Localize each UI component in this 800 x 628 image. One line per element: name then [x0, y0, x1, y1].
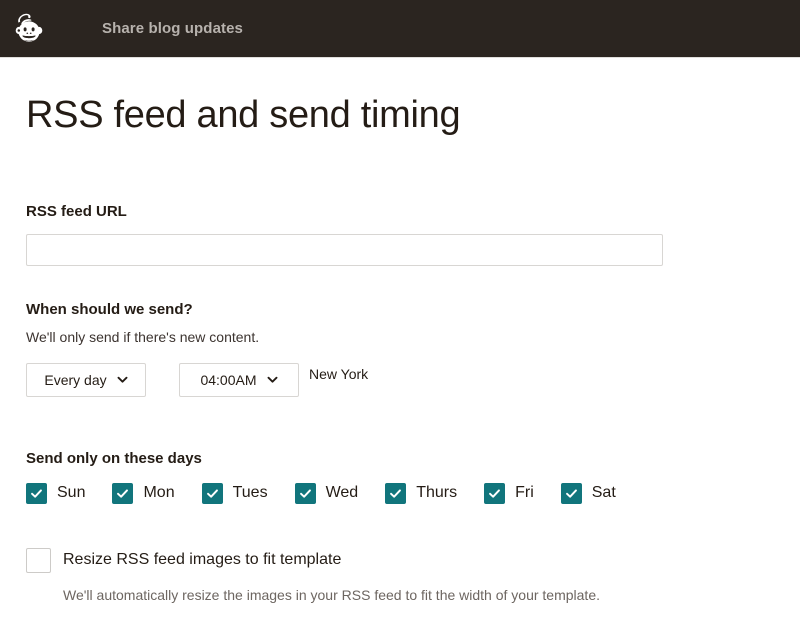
rss-feed-url-label: RSS feed URL — [26, 203, 774, 220]
send-time-value: 04:00AM — [200, 372, 256, 388]
checkmark-icon — [30, 487, 43, 500]
checkmark-icon — [565, 487, 578, 500]
day-checkbox-mon[interactable]: Mon — [112, 483, 174, 504]
checkmark-icon — [299, 487, 312, 500]
resize-images-helper-text: We'll automatically resize the images in… — [26, 573, 774, 603]
checkbox-thurs[interactable] — [385, 483, 406, 504]
day-checkbox-wed[interactable]: Wed — [295, 483, 359, 504]
checkmark-icon — [389, 487, 402, 500]
send-timing-controls: Every day 04:00AM New York — [26, 363, 774, 397]
day-checkbox-thurs[interactable]: Thurs — [385, 483, 457, 504]
day-checkbox-fri[interactable]: Fri — [484, 483, 534, 504]
page-title: RSS feed and send timing — [26, 58, 774, 138]
checkmark-icon — [488, 487, 501, 500]
resize-images-row[interactable]: Resize RSS feed images to fit template — [26, 548, 774, 573]
checkbox-wed[interactable] — [295, 483, 316, 504]
checkbox-fri[interactable] — [484, 483, 505, 504]
header-title: Share blog updates — [102, 20, 243, 37]
checkbox-sat[interactable] — [561, 483, 582, 504]
resize-images-group: Resize RSS feed images to fit template W… — [26, 548, 774, 603]
send-days-checkbox-row: Sun Mon Tues Wed Thurs Fri Sat — [26, 483, 774, 504]
send-time-select[interactable]: 04:00AM — [179, 363, 299, 397]
day-label: Tues — [233, 484, 268, 502]
day-checkbox-sat[interactable]: Sat — [561, 483, 616, 504]
send-timing-helper-text: We'll only send if there's new content. — [26, 318, 774, 345]
resize-images-checkbox[interactable] — [26, 548, 51, 573]
day-label: Thurs — [416, 484, 457, 502]
send-days-group: Send only on these days Sun Mon Tues Wed Thu… — [26, 450, 774, 504]
rss-feed-url-field-group: RSS feed URL — [26, 203, 774, 266]
send-days-label: Send only on these days — [26, 450, 774, 467]
day-label: Sun — [57, 484, 85, 502]
app-header: Share blog updates — [0, 0, 800, 58]
checkbox-tues[interactable] — [202, 483, 223, 504]
checkmark-icon — [116, 487, 129, 500]
mailchimp-freddie-logo-icon[interactable] — [0, 0, 58, 58]
send-timing-group: When should we send? We'll only send if … — [26, 301, 774, 397]
send-frequency-value: Every day — [44, 372, 106, 388]
page-content: RSS feed and send timing RSS feed URL Wh… — [0, 58, 800, 603]
checkmark-icon — [206, 487, 219, 500]
day-checkbox-sun[interactable]: Sun — [26, 483, 85, 504]
day-label: Sat — [592, 484, 616, 502]
day-label: Fri — [515, 484, 534, 502]
rss-feed-url-input[interactable] — [26, 234, 663, 266]
send-frequency-select[interactable]: Every day — [26, 363, 146, 397]
chevron-down-icon — [117, 374, 128, 385]
day-checkbox-tues[interactable]: Tues — [202, 483, 268, 504]
checkbox-sun[interactable] — [26, 483, 47, 504]
timezone-label: New York — [309, 363, 368, 382]
checkbox-mon[interactable] — [112, 483, 133, 504]
day-label: Mon — [143, 484, 174, 502]
day-label: Wed — [326, 484, 359, 502]
chevron-down-icon — [267, 374, 278, 385]
send-timing-label: When should we send? — [26, 301, 774, 318]
resize-images-label: Resize RSS feed images to fit template — [63, 551, 341, 569]
